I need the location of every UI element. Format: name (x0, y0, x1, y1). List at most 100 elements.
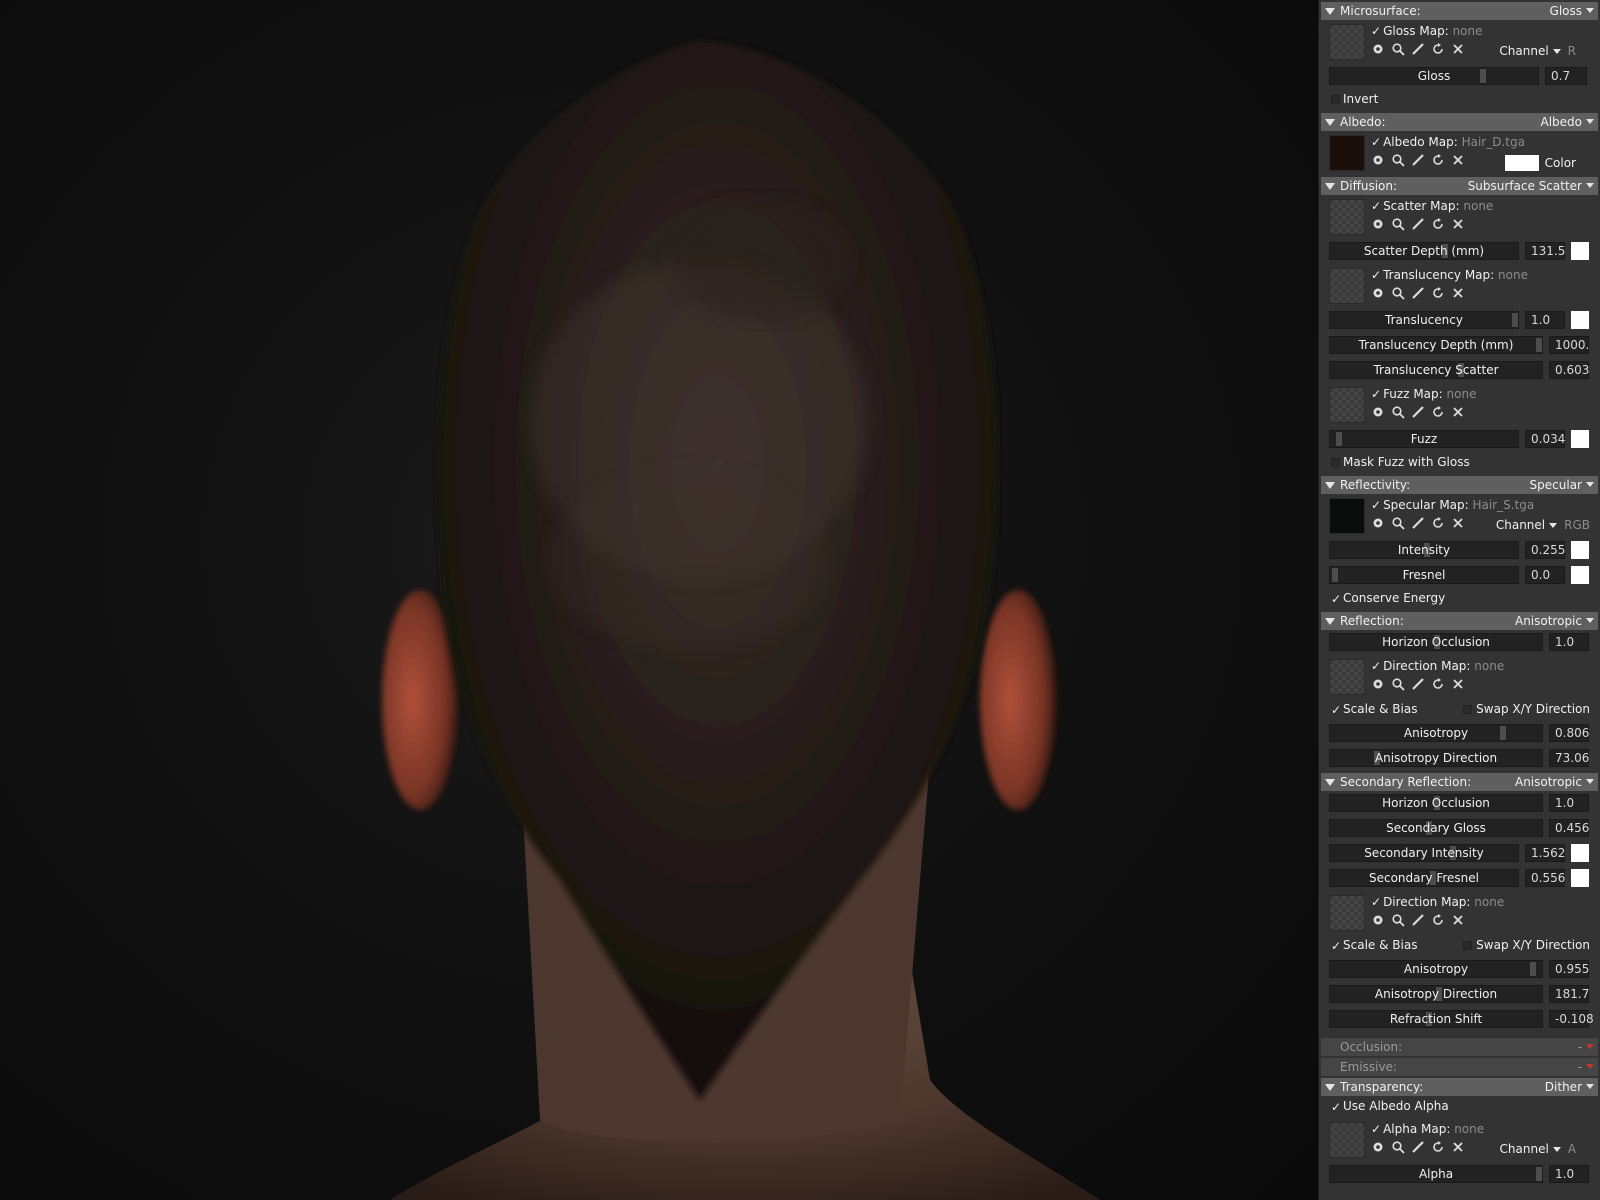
section-mode[interactable]: Dither (1545, 1080, 1582, 1094)
reload-icon[interactable] (1431, 677, 1445, 691)
edit-icon[interactable] (1411, 286, 1425, 300)
edit-icon[interactable] (1411, 42, 1425, 56)
dropdown-arrow-icon[interactable] (1586, 482, 1594, 487)
gear-icon[interactable] (1371, 153, 1385, 167)
check-icon[interactable]: ✓ (1371, 498, 1381, 512)
translucency-color-swatch[interactable] (1571, 311, 1589, 329)
secondary-fresnel-value-field[interactable]: 0.556 (1525, 869, 1565, 887)
dropdown-arrow-icon[interactable] (1586, 8, 1594, 13)
alpha-slider[interactable]: Alpha (1329, 1165, 1543, 1183)
check-icon[interactable]: ✓ (1371, 268, 1381, 282)
diffusion-section-header[interactable]: Diffusion: Subsurface Scatter (1321, 177, 1598, 195)
dropdown-arrow-icon[interactable] (1586, 1084, 1594, 1089)
translucency-depth-value-field[interactable]: 1000. (1549, 336, 1589, 354)
check-icon[interactable]: ✓ (1371, 895, 1381, 909)
close-icon[interactable] (1451, 286, 1465, 300)
reload-icon[interactable] (1431, 1140, 1445, 1154)
secondary-intensity-slider[interactable]: Secondary Intensity (1329, 844, 1519, 862)
section-mode[interactable]: Anisotropic (1515, 614, 1582, 628)
section-mode[interactable]: Specular (1530, 478, 1582, 492)
secondary-reflection-section-header[interactable]: Secondary Reflection: Anisotropic (1321, 773, 1598, 791)
search-icon[interactable] (1391, 153, 1405, 167)
secondary-anisotropy-direction-slider[interactable]: Anisotropy Direction (1329, 985, 1543, 1003)
gear-icon[interactable] (1371, 42, 1385, 56)
gear-icon[interactable] (1371, 516, 1385, 530)
channel-selector[interactable]: Channel A (1500, 1142, 1576, 1156)
albedo-section-header[interactable]: Albedo: Albedo (1321, 113, 1598, 131)
refraction-shift-value-field[interactable]: -0.108 (1549, 1010, 1594, 1028)
alpha-map-thumbnail[interactable] (1329, 1122, 1365, 1158)
gear-icon[interactable] (1371, 677, 1385, 691)
gear-icon[interactable] (1371, 913, 1385, 927)
translucency-value-field[interactable]: 1.0 (1525, 311, 1565, 329)
transparency-section-header[interactable]: Transparency: Dither (1321, 1078, 1598, 1096)
secondary-anisotropy-direction-value-field[interactable]: 181.7 (1549, 985, 1589, 1003)
secondary-gloss-value-field[interactable]: 0.456 (1549, 819, 1589, 837)
secondary-gloss-slider[interactable]: Secondary Gloss (1329, 819, 1543, 837)
search-icon[interactable] (1391, 1140, 1405, 1154)
reflectivity-section-header[interactable]: Reflectivity: Specular (1321, 476, 1598, 494)
collapse-triangle-icon[interactable] (1325, 118, 1335, 126)
translucency-scatter-value-field[interactable]: 0.603 (1549, 361, 1589, 379)
horizon-occlusion-slider[interactable]: Horizon Occlusion (1329, 633, 1543, 651)
collapse-triangle-icon[interactable] (1325, 182, 1335, 190)
fuzz-map-thumbnail[interactable] (1329, 387, 1365, 423)
close-icon[interactable] (1451, 217, 1465, 231)
close-icon[interactable] (1451, 516, 1465, 530)
anisotropy-direction-value-field[interactable]: 73.06 (1549, 749, 1589, 767)
gloss-map-thumbnail[interactable] (1329, 24, 1365, 60)
anisotropy-direction-slider[interactable]: Anisotropy Direction (1329, 749, 1543, 767)
gloss-slider[interactable]: Gloss (1329, 67, 1539, 85)
fresnel-value-field[interactable]: 0.0 (1525, 566, 1565, 584)
edit-icon[interactable] (1411, 153, 1425, 167)
anisotropy-value-field[interactable]: 0.806 (1549, 724, 1589, 742)
search-icon[interactable] (1391, 217, 1405, 231)
check-icon[interactable]: ✓ (1371, 135, 1381, 149)
search-icon[interactable] (1391, 286, 1405, 300)
close-icon[interactable] (1451, 42, 1465, 56)
close-icon[interactable] (1451, 677, 1465, 691)
secondary-horizon-occlusion-slider[interactable]: Horizon Occlusion (1329, 794, 1543, 812)
fuzz-slider[interactable]: Fuzz (1329, 430, 1519, 448)
use-albedo-alpha-checkbox[interactable]: ✓ (1331, 1100, 1343, 1114)
section-mode[interactable]: Subsurface Scatter (1468, 179, 1582, 193)
occlusion-section-header[interactable]: Occlusion: - (1321, 1038, 1598, 1056)
secondary-fresnel-color-swatch[interactable] (1571, 869, 1589, 887)
section-mode[interactable]: - (1578, 1040, 1582, 1054)
swap-xy-checkbox[interactable] (1463, 940, 1473, 950)
check-icon[interactable]: ✓ (1371, 387, 1381, 401)
section-mode[interactable]: Albedo (1540, 115, 1582, 129)
close-icon[interactable] (1451, 1140, 1465, 1154)
secondary-intensity-value-field[interactable]: 1.562 (1525, 844, 1565, 862)
channel-selector[interactable]: Channel R (1499, 44, 1576, 58)
gear-icon[interactable] (1371, 217, 1385, 231)
gear-icon[interactable] (1371, 286, 1385, 300)
dropdown-arrow-icon[interactable] (1586, 1044, 1594, 1049)
search-icon[interactable] (1391, 516, 1405, 530)
section-mode[interactable]: Gloss (1550, 4, 1582, 18)
microsurface-section-header[interactable]: Microsurface: Gloss (1321, 2, 1598, 20)
check-icon[interactable]: ✓ (1371, 24, 1381, 38)
refraction-shift-slider[interactable]: Refraction Shift (1329, 1010, 1543, 1028)
section-mode[interactable]: - (1578, 1060, 1582, 1074)
edit-icon[interactable] (1411, 1140, 1425, 1154)
channel-selector[interactable]: Channel RGB (1496, 518, 1590, 532)
section-mode[interactable]: Anisotropic (1515, 775, 1582, 789)
alpha-value-field[interactable]: 1.0 (1549, 1165, 1589, 1183)
dropdown-arrow-icon[interactable] (1586, 1064, 1594, 1069)
close-icon[interactable] (1451, 405, 1465, 419)
invert-checkbox[interactable] (1331, 95, 1340, 104)
collapse-triangle-icon[interactable] (1325, 481, 1335, 489)
scale-bias-checkbox[interactable]: ✓ (1331, 703, 1343, 717)
dropdown-arrow-icon[interactable] (1586, 618, 1594, 623)
anisotropy-slider[interactable]: Anisotropy (1329, 724, 1543, 742)
scale-bias-checkbox[interactable]: ✓ (1331, 939, 1343, 953)
collapse-triangle-icon[interactable] (1325, 778, 1335, 786)
reload-icon[interactable] (1431, 217, 1445, 231)
secondary-direction-map-thumbnail[interactable] (1329, 895, 1365, 931)
color-swatch[interactable] (1504, 155, 1539, 171)
mask-fuzz-checkbox[interactable] (1331, 458, 1340, 467)
search-icon[interactable] (1391, 913, 1405, 927)
dropdown-arrow-icon[interactable] (1586, 183, 1594, 188)
albedo-map-thumbnail[interactable] (1329, 135, 1365, 171)
